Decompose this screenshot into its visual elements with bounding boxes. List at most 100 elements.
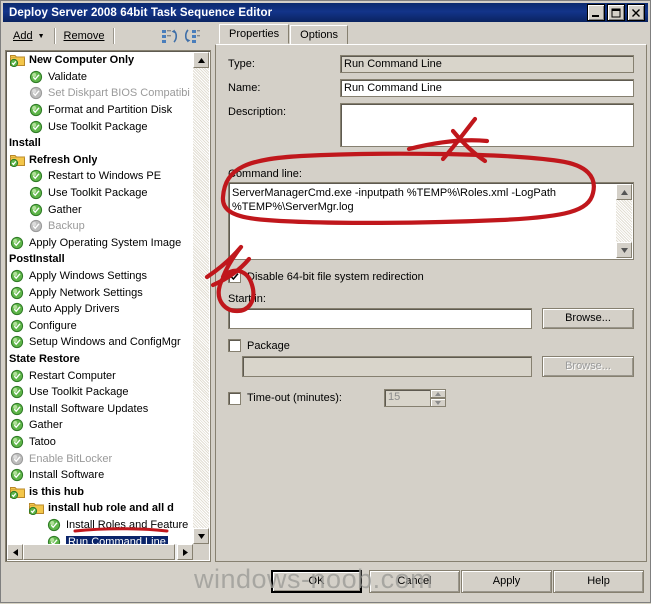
tree-item[interactable]: Format and Partition Disk (7, 102, 193, 119)
add-button[interactable]: Add ▼ (8, 26, 50, 46)
scroll-left-button[interactable] (7, 544, 23, 560)
start-in-row: Browse... (216, 308, 646, 329)
disable-redirection-checkbox[interactable] (228, 270, 241, 283)
add-button-label: Add (13, 30, 33, 42)
window-controls (587, 4, 648, 21)
dialog-button-bar: OK Cancel Apply Help (1, 562, 650, 602)
tree-item[interactable]: Set Diskpart BIOS Compatibi (7, 85, 193, 102)
package-checkbox[interactable] (228, 339, 241, 352)
command-scroll-down-button[interactable] (616, 242, 632, 258)
move-up-icon[interactable] (160, 27, 178, 45)
properties-tab-page: Type: Name: Description: Command line: (215, 44, 647, 562)
task-step-icon (29, 120, 44, 134)
start-in-browse-button[interactable]: Browse... (542, 308, 634, 329)
command-scroll-up-button[interactable] (616, 184, 632, 200)
move-down-icon[interactable] (184, 27, 202, 45)
tree-item[interactable]: is this hub (7, 483, 193, 500)
package-row[interactable]: Package (216, 339, 646, 352)
tree-item[interactable]: Install Software (7, 467, 193, 484)
task-step-icon (10, 319, 25, 333)
tree-horizontal-scroll-thumb[interactable] (23, 544, 175, 560)
tree-item-label: Install (9, 137, 41, 150)
remove-button[interactable]: Remove (59, 26, 110, 46)
tree-item[interactable]: Install (7, 135, 193, 152)
tab-options-label: Options (300, 29, 339, 41)
task-step-icon (10, 269, 25, 283)
tree-item[interactable]: Validate (7, 69, 193, 86)
tree-horizontal-scrollbar[interactable] (7, 544, 193, 560)
tab-options[interactable]: Options (290, 25, 349, 44)
start-in-field[interactable] (228, 308, 532, 329)
tree-item[interactable]: Auto Apply Drivers (7, 301, 193, 318)
tree-item[interactable]: Gather (7, 201, 193, 218)
tree-item[interactable]: Apply Network Settings (7, 284, 193, 301)
tree-item[interactable]: Use Toolkit Package (7, 118, 193, 135)
ok-button[interactable]: OK (271, 570, 362, 593)
folder-icon (28, 501, 44, 516)
command-line-scrollbar[interactable] (616, 184, 632, 258)
tree-item[interactable]: Restart to Windows PE (7, 168, 193, 185)
package-browse-button: Browse... (542, 356, 634, 377)
minimize-icon[interactable] (587, 4, 605, 21)
tree-item-label: Install Software (29, 469, 105, 482)
apply-button[interactable]: Apply (461, 570, 552, 593)
tree-item-selected[interactable]: Run Command Line (7, 533, 193, 544)
scroll-right-button[interactable] (177, 544, 193, 560)
tree-item-label: Backup (48, 220, 85, 233)
task-step-icon (10, 369, 25, 383)
timeout-checkbox[interactable] (228, 391, 241, 405)
remove-button-label: Remove (63, 30, 105, 42)
tree-item[interactable]: Use Toolkit Package (7, 384, 193, 401)
tree-item[interactable]: Gather (7, 417, 193, 434)
tree-item[interactable]: Apply Windows Settings (7, 268, 193, 285)
tree-item-label: Gather (29, 419, 63, 432)
timeout-increment-button[interactable] (429, 389, 446, 398)
command-scroll-track[interactable] (616, 200, 632, 242)
tree-item[interactable]: Install Software Updates (7, 400, 193, 417)
command-line-field[interactable]: ServerManagerCmd.exe -inputpath %TEMP%\R… (228, 182, 634, 260)
disable-redirection-row[interactable]: Disable 64-bit file system redirection (216, 270, 646, 283)
tree-item[interactable]: New Computer Only (7, 52, 193, 69)
tree-item[interactable]: Enable BitLocker (7, 450, 193, 467)
timeout-stepper[interactable]: 15 (383, 389, 446, 407)
tree-item[interactable]: Tatoo (7, 434, 193, 451)
tree-item[interactable]: Setup Windows and ConfigMgr (7, 334, 193, 351)
help-button[interactable]: Help (553, 570, 644, 593)
tree-vertical-scrollbar[interactable] (193, 52, 209, 544)
disable-redirection-label: Disable 64-bit file system redirection (247, 270, 424, 283)
tree-item[interactable]: Refresh Only (7, 152, 193, 169)
tree-item[interactable]: Install Roles and Feature (7, 517, 193, 534)
tree-item[interactable]: Apply Operating System Image (7, 235, 193, 252)
tree-item-label: Enable BitLocker (29, 452, 113, 465)
tree-vertical-scroll-track[interactable] (193, 68, 209, 528)
maximize-icon[interactable] (607, 4, 625, 21)
name-row: Name: (216, 79, 646, 97)
tree-item[interactable]: Restart Computer (7, 367, 193, 384)
task-step-icon (10, 402, 25, 416)
cancel-button[interactable]: Cancel (369, 570, 460, 593)
timeout-decrement-button[interactable] (429, 398, 446, 407)
folder-icon (9, 153, 25, 167)
task-step-icon (10, 435, 25, 449)
tree-item[interactable]: install hub role and all d (7, 500, 193, 517)
tree-item[interactable]: Configure (7, 318, 193, 335)
close-icon[interactable] (627, 4, 645, 21)
timeout-spin-buttons[interactable] (429, 389, 446, 407)
properties-pane: Properties Options Type: Name: Descripti (215, 24, 647, 562)
tree-item[interactable]: Backup (7, 218, 193, 235)
task-sequence-tree[interactable]: New Computer Only Validate Set Diskpart BI… (5, 50, 211, 562)
scroll-up-button[interactable] (193, 52, 209, 68)
task-step-icon (10, 335, 25, 349)
tree-item-label: Refresh Only (29, 153, 98, 166)
tree-item[interactable]: Use Toolkit Package (7, 185, 193, 202)
package-label: Package (247, 339, 290, 352)
tree-item[interactable]: State Restore (7, 351, 193, 368)
tab-properties[interactable]: Properties (219, 24, 290, 44)
timeout-row[interactable]: Time-out (minutes): 15 (216, 389, 646, 407)
type-label: Type: (228, 58, 255, 70)
scroll-down-button[interactable] (193, 528, 209, 544)
tree-item[interactable]: PostInstall (7, 251, 193, 268)
name-field[interactable] (340, 79, 634, 97)
tree-list: New Computer Only Validate Set Diskpart BI… (7, 52, 193, 544)
description-field[interactable] (340, 103, 634, 147)
